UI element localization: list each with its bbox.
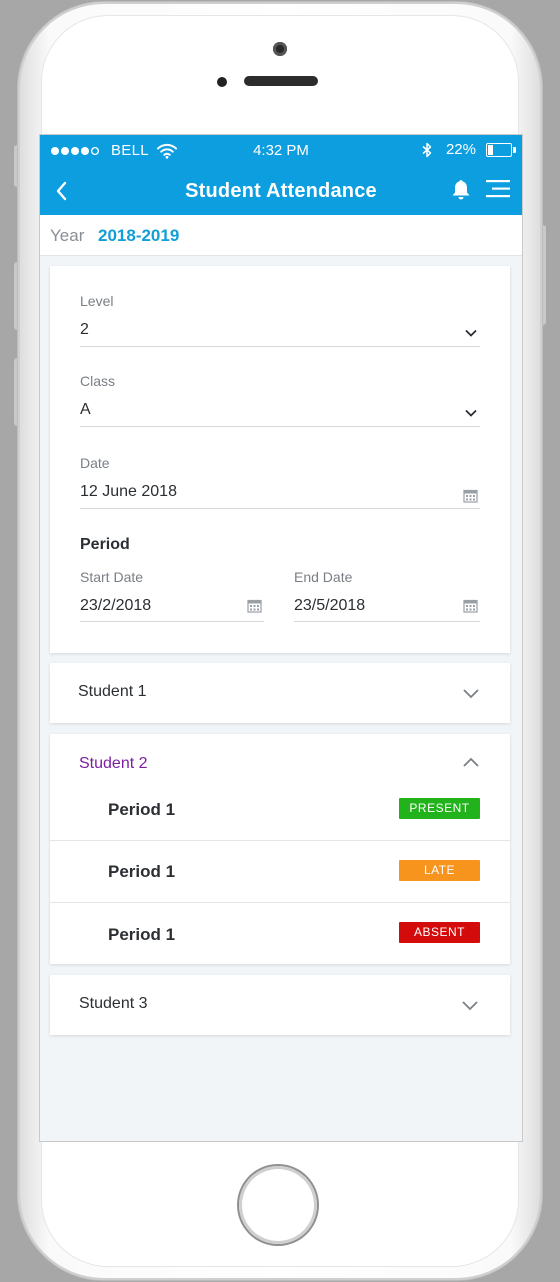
class-label: Class <box>80 373 116 389</box>
status-badge-absent: ABSENT <box>399 922 480 943</box>
level-value[interactable]: 2 <box>80 321 480 339</box>
chevron-down-icon[interactable] <box>461 1000 479 1012</box>
student-row-3[interactable]: Student 3 <box>50 975 510 1035</box>
period-label: Period 1 <box>108 925 176 944</box>
year-bar[interactable]: Year 2018-2019 <box>40 215 522 256</box>
year-label: Year <box>50 226 85 245</box>
student-row-1[interactable]: Student 1 <box>50 663 510 723</box>
period-label: Period 1 <box>108 862 176 881</box>
calendar-icon[interactable] <box>247 598 262 613</box>
chevron-down-icon[interactable] <box>464 408 478 418</box>
start-date-field[interactable]: Start Date 23/2/2018 <box>80 569 264 624</box>
status-right-group: 22% <box>422 141 516 158</box>
student-name: Student 1 <box>78 683 147 700</box>
period-title: Period <box>80 536 130 553</box>
period-label: Period 1 <box>108 800 176 819</box>
calendar-icon[interactable] <box>463 598 478 613</box>
student-name: Student 3 <box>79 995 148 1012</box>
date-value[interactable]: 12 June 2018 <box>80 483 480 501</box>
class-value[interactable]: A <box>80 401 480 419</box>
status-bar: BELL 4:32 PM 22% <box>40 135 522 167</box>
home-button[interactable] <box>239 1166 317 1244</box>
chevron-down-icon[interactable] <box>464 328 478 338</box>
bell-icon[interactable] <box>450 178 472 202</box>
calendar-icon[interactable] <box>463 488 478 503</box>
student-row-2-expanded: Student 2 Period 1 PRESENT Period 1 LATE… <box>50 734 510 964</box>
end-date-value[interactable]: 23/5/2018 <box>294 597 480 615</box>
status-badge-present: PRESENT <box>399 798 480 819</box>
date-label: Date <box>80 455 110 471</box>
filter-form-card: Level 2 Class A Date 12 June 2018 Period… <box>50 266 510 653</box>
level-select[interactable]: Level 2 <box>80 293 480 348</box>
start-date-value[interactable]: 23/2/2018 <box>80 597 264 615</box>
proximity-sensor <box>217 77 227 87</box>
battery-icon <box>486 142 516 157</box>
status-badge-late: LATE <box>399 860 480 881</box>
chevron-down-icon[interactable] <box>462 688 480 700</box>
bluetooth-icon <box>422 142 432 157</box>
chevron-up-icon[interactable] <box>462 756 480 768</box>
front-camera <box>273 42 287 56</box>
nav-bar: Student Attendance <box>40 167 522 215</box>
student-name[interactable]: Student 2 <box>79 755 148 773</box>
start-date-label: Start Date <box>80 569 144 585</box>
year-value[interactable]: 2018-2019 <box>98 226 179 246</box>
end-date-field[interactable]: End Date 23/5/2018 <box>294 569 480 624</box>
app-screen: BELL 4:32 PM 22% Student Attendance Year… <box>40 135 522 1141</box>
earpiece-speaker <box>244 76 318 86</box>
battery-percent: 22% <box>445 141 476 158</box>
menu-icon[interactable] <box>484 177 512 201</box>
level-label: Level <box>80 293 114 309</box>
date-field[interactable]: Date 12 June 2018 <box>80 455 480 510</box>
end-date-label: End Date <box>294 569 353 585</box>
class-select[interactable]: Class A <box>80 373 480 428</box>
